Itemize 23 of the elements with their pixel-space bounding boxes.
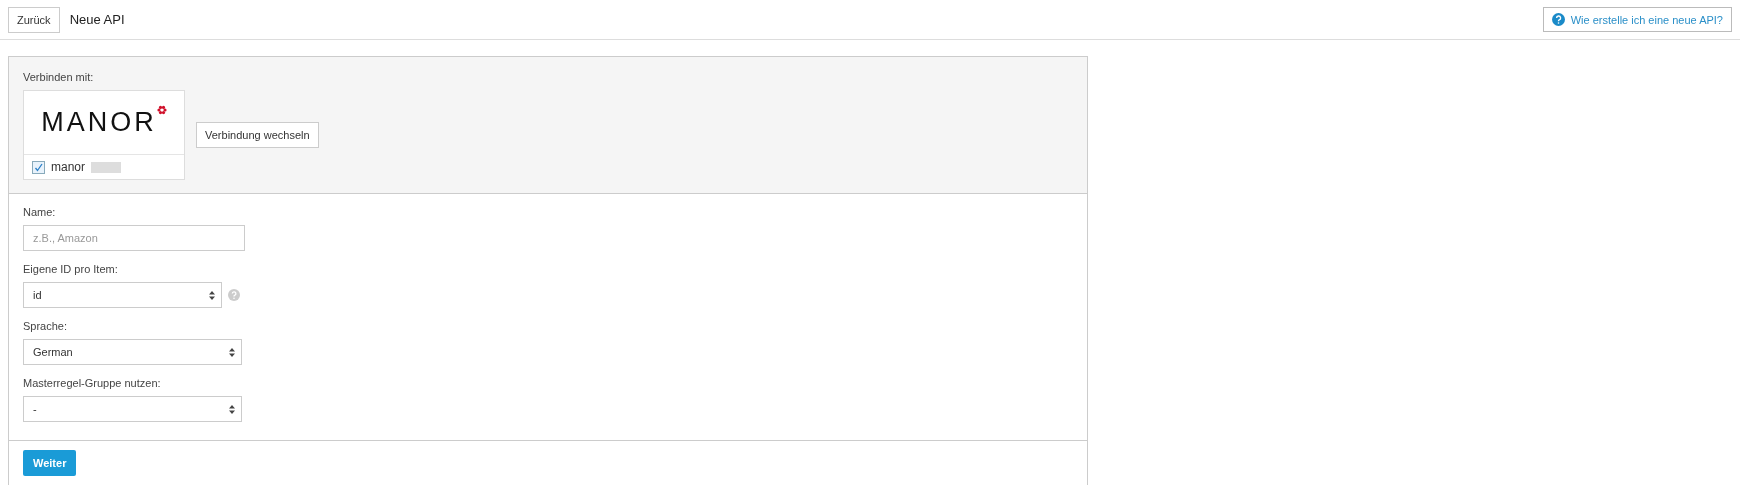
switch-connection-button[interactable]: Verbindung wechseln <box>196 122 319 148</box>
help-link[interactable]: Wie erstelle ich eine neue API? <box>1542 7 1732 32</box>
sort-arrows-icon <box>229 347 235 357</box>
flower-icon <box>156 105 167 115</box>
field-label: Eigene ID pro Item: <box>23 263 119 275</box>
field-label: Name: <box>23 206 57 218</box>
sort-arrows-icon <box>209 290 215 300</box>
name-input[interactable]: z.B., Amazon <box>23 225 245 251</box>
page-title: Neue API <box>69 12 125 27</box>
question-icon <box>1551 13 1565 26</box>
back-button[interactable]: Zurück <box>8 6 60 33</box>
select-field[interactable]: id <box>23 282 222 308</box>
sort-arrows-icon <box>229 404 235 414</box>
checkbox[interactable] <box>32 160 45 174</box>
field-label: Sprache: <box>23 320 69 332</box>
account-name: manor <box>51 160 85 174</box>
help-link-text: Wie erstelle ich eine neue API? <box>1570 13 1723 26</box>
select-field[interactable]: - <box>23 396 242 422</box>
redacted-block <box>91 161 121 173</box>
logo-text: MANOR <box>41 107 157 138</box>
field-label: Masterregel-Gruppe nutzen: <box>23 377 162 389</box>
field-label: Verbinden mit: <box>23 71 95 83</box>
select-field[interactable]: German <box>23 339 242 365</box>
